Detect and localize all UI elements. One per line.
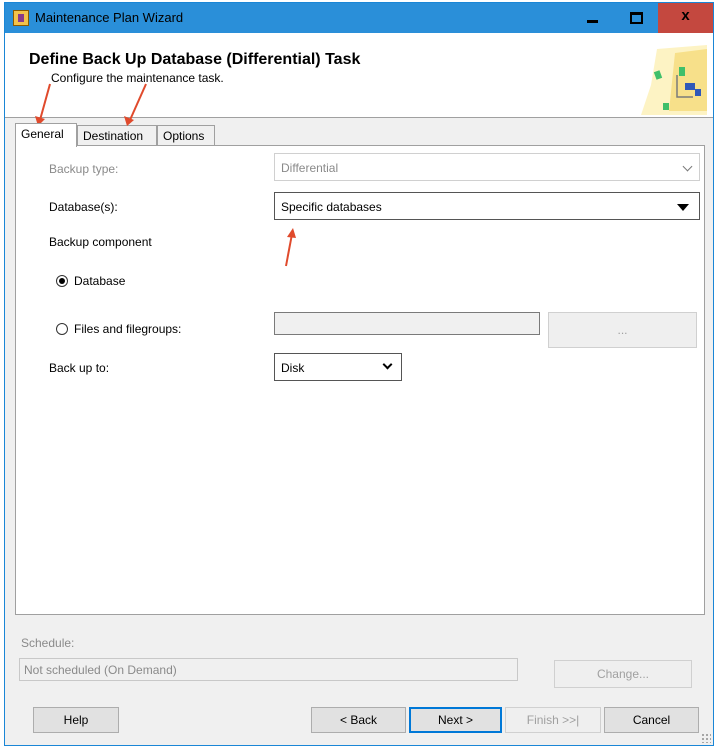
window-title: Maintenance Plan Wizard xyxy=(35,10,184,25)
minimize-button[interactable] xyxy=(570,3,614,33)
tab-options-label: Options xyxy=(163,129,205,143)
maintenance-plan-wizard-window: Maintenance Plan Wizard x Define Back Up… xyxy=(4,2,714,746)
tab-general-label: General xyxy=(21,127,64,141)
maximize-button[interactable] xyxy=(614,3,658,33)
tab-options[interactable]: Options xyxy=(157,125,215,145)
radio-database[interactable] xyxy=(56,275,68,287)
help-button[interactable]: Help xyxy=(33,707,119,733)
schedule-label: Schedule: xyxy=(21,636,75,650)
radio-files-filegroups[interactable] xyxy=(56,323,68,335)
close-icon: x xyxy=(681,7,690,24)
close-button[interactable]: x xyxy=(658,3,713,33)
next-button[interactable]: Next > xyxy=(409,707,502,733)
finish-button: Finish >>| xyxy=(505,707,601,733)
files-filegroups-field xyxy=(274,312,540,335)
schedule-field: Not scheduled (On Demand) xyxy=(19,658,518,681)
files-browse-button: ... xyxy=(548,312,697,348)
radio-files-label: Files and filegroups: xyxy=(74,322,182,336)
schedule-value: Not scheduled (On Demand) xyxy=(24,663,177,677)
tab-destination-label: Destination xyxy=(83,129,144,143)
backup-type-label: Backup type: xyxy=(49,162,119,176)
databases-value: Specific databases xyxy=(281,200,382,214)
databases-select[interactable]: Specific databases xyxy=(274,192,700,220)
backup-type-value: Differential xyxy=(281,161,339,175)
backup-to-value: Disk xyxy=(281,361,305,375)
tab-general[interactable]: General xyxy=(15,123,77,147)
annotation-arrow-databases-icon xyxy=(285,228,296,267)
backup-to-label: Back up to: xyxy=(49,361,110,375)
annotation-arrow-general-icon xyxy=(35,83,51,126)
dropdown-arrow-icon xyxy=(677,204,689,211)
change-schedule-button: Change... xyxy=(554,660,692,688)
databases-label: Database(s): xyxy=(49,200,118,214)
annotation-arrow-destination-icon xyxy=(124,83,147,126)
general-tab-page: Backup type: Differential Database(s): S… xyxy=(15,145,705,615)
wizard-header: Define Back Up Database (Differential) T… xyxy=(5,33,713,118)
backup-component-label: Backup component xyxy=(49,235,152,249)
back-button[interactable]: < Back xyxy=(311,707,406,733)
page-title: Define Back Up Database (Differential) T… xyxy=(29,51,361,68)
radio-database-label: Database xyxy=(74,274,126,288)
cancel-button[interactable]: Cancel xyxy=(604,707,699,733)
app-icon xyxy=(13,10,29,26)
tab-destination[interactable]: Destination xyxy=(77,125,157,145)
wizard-graphic-icon xyxy=(641,45,707,115)
backup-to-select[interactable]: Disk xyxy=(274,353,402,381)
backup-type-select: Differential xyxy=(274,153,700,181)
chevron-down-icon xyxy=(382,359,393,370)
resize-grip-icon[interactable] xyxy=(701,733,711,743)
title-bar[interactable]: Maintenance Plan Wizard x xyxy=(5,3,713,33)
chevron-down-icon xyxy=(682,161,693,172)
